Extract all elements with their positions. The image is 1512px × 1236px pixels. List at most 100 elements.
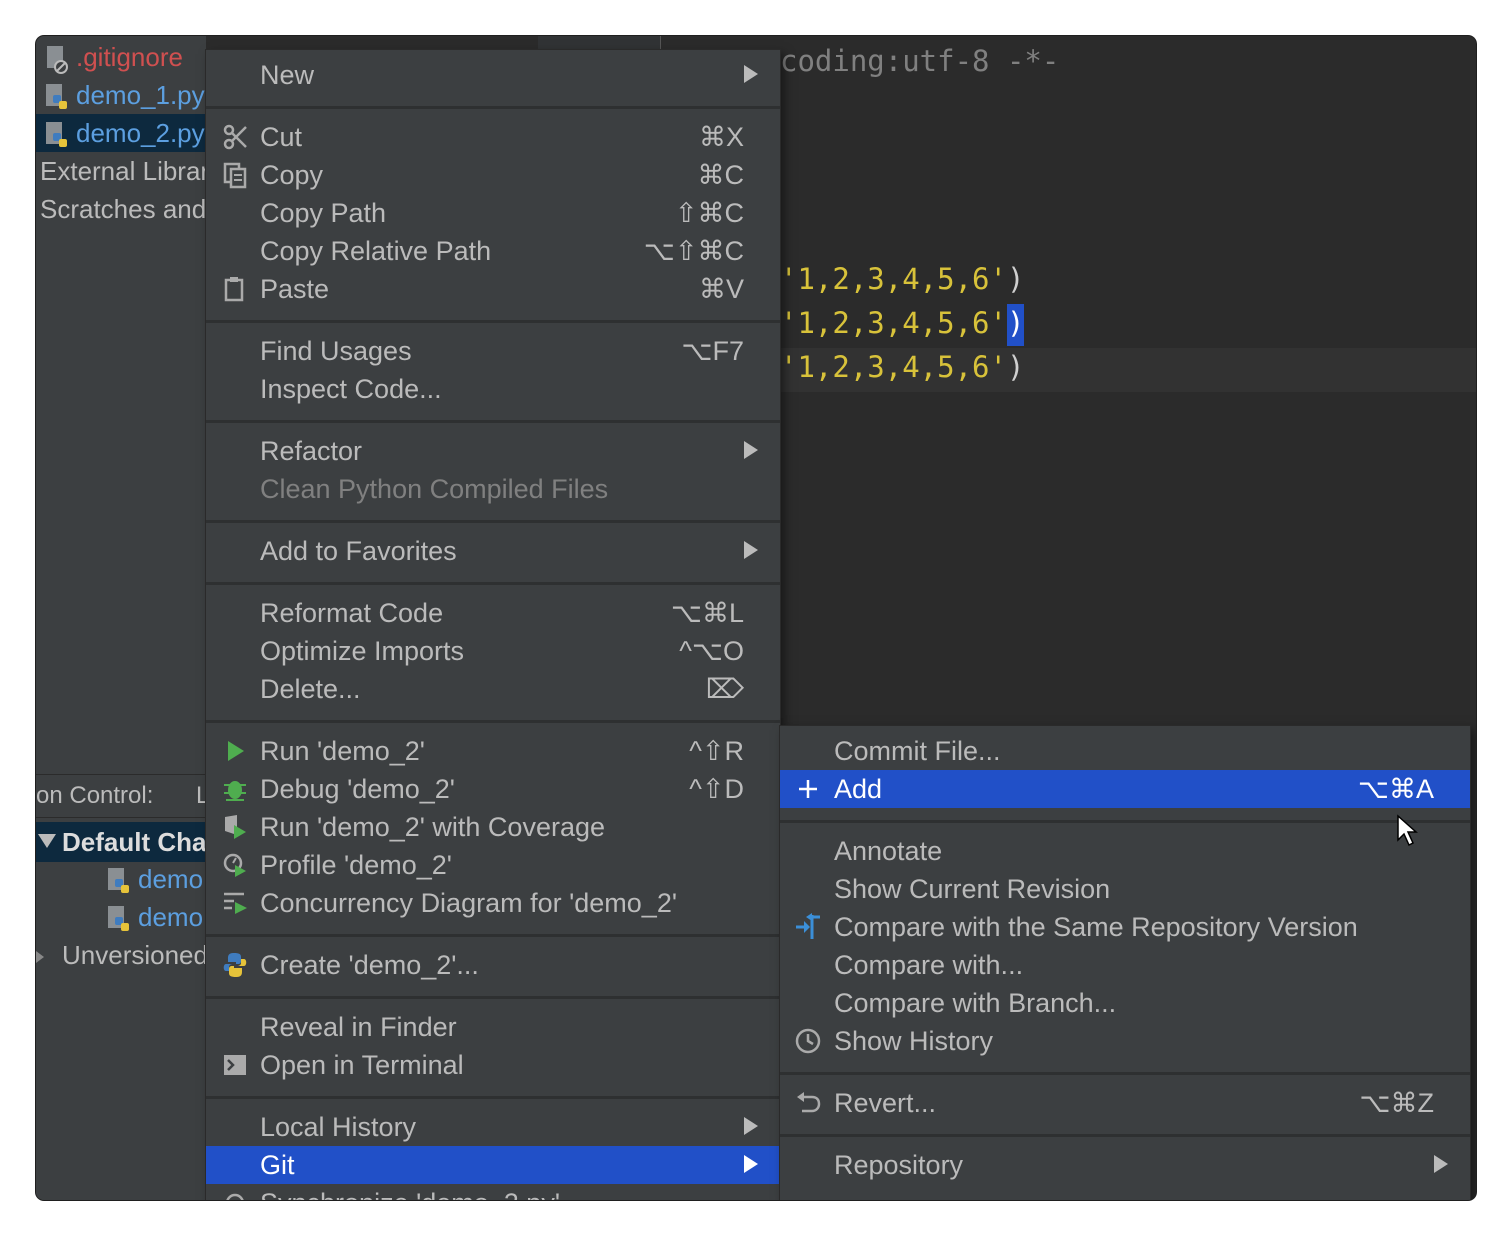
tree-item-demo1[interactable]: demo_1.py xyxy=(36,76,205,114)
submenu-arrow-icon xyxy=(744,441,758,459)
git-item-revert[interactable]: Revert... ⌥⌘Z xyxy=(780,1084,1470,1122)
menu-shortcut: ⌘V xyxy=(698,274,744,304)
git-item-repository[interactable]: Repository xyxy=(780,1146,1470,1184)
vc-file-label: demo xyxy=(138,864,204,894)
menu-item-concurrency[interactable]: Concurrency Diagram for 'demo_2' xyxy=(206,884,780,922)
menu-item-inspect-code[interactable]: Inspect Code... xyxy=(206,370,780,408)
menu-item-refactor[interactable]: Refactor xyxy=(206,432,780,470)
menu-separator xyxy=(206,520,780,523)
tree-label: .gitignore xyxy=(76,42,183,72)
menu-shortcut: ^⇧R xyxy=(689,736,744,766)
menu-item-debug[interactable]: Debug 'demo_2' ^⇧D xyxy=(206,770,780,808)
menu-separator xyxy=(780,1072,1470,1075)
gitignore-file-icon xyxy=(47,46,68,75)
menu-item-paste[interactable]: Paste ⌘V xyxy=(206,270,780,308)
git-item-commit[interactable]: Commit File... xyxy=(780,732,1470,770)
python-file-icon xyxy=(46,122,67,148)
code-line-3: '1,2,3,4,5,6') xyxy=(780,304,1025,346)
git-item-compare-with[interactable]: Compare with... xyxy=(780,946,1470,984)
menu-item-local-history[interactable]: Local History xyxy=(206,1108,780,1146)
menu-label: Cut xyxy=(260,122,303,152)
menu-item-add-favorites[interactable]: Add to Favorites xyxy=(206,532,780,570)
menu-shortcut: ⌥⇧⌘C xyxy=(643,236,744,266)
menu-label: Inspect Code... xyxy=(260,374,442,404)
tree-label: demo_1.py xyxy=(76,80,205,110)
clock-icon xyxy=(795,1028,821,1054)
git-item-show-history[interactable]: Show History xyxy=(780,1022,1470,1060)
menu-shortcut: ⌥⌘A xyxy=(1357,774,1434,804)
menu-label: Add xyxy=(834,774,883,804)
menu-item-create-config[interactable]: Create 'demo_2'... xyxy=(206,946,780,984)
tree-item-demo2[interactable]: demo_2.py xyxy=(36,114,206,152)
menu-item-copy-path[interactable]: Copy Path ⇧⌘C xyxy=(206,194,780,232)
menu-item-copy[interactable]: Copy ⌘C xyxy=(206,156,780,194)
menu-separator xyxy=(206,106,780,109)
git-item-compare-branch[interactable]: Compare with Branch... xyxy=(780,984,1470,1022)
menu-separator xyxy=(780,820,1470,823)
menu-item-reformat-code[interactable]: Reformat Code ⌥⌘L xyxy=(206,594,780,632)
menu-item-optimize-imports[interactable]: Optimize Imports ^⌥O xyxy=(206,632,780,670)
menu-item-delete[interactable]: Delete... ⌦ xyxy=(206,670,780,708)
menu-item-run[interactable]: Run 'demo_2' ^⇧R xyxy=(206,732,780,770)
menu-item-git[interactable]: Git xyxy=(206,1146,780,1184)
menu-shortcut: ⌦ xyxy=(705,674,744,704)
coverage-icon xyxy=(225,815,246,839)
menu-shortcut: ^⌥O xyxy=(679,636,744,666)
menu-label: Open in Terminal xyxy=(260,1050,464,1080)
menu-separator xyxy=(206,720,780,723)
vc-label: on Control: xyxy=(36,782,154,809)
plus-icon xyxy=(799,780,817,798)
menu-label: Copy xyxy=(260,160,324,190)
git-submenu: Commit File... Add ⌥⌘A Annotate Show Curr… xyxy=(780,726,1470,1200)
menu-label: Debug 'demo_2' xyxy=(260,774,455,804)
menu-shortcut: ^⇧D xyxy=(689,774,744,804)
compare-arrows-icon xyxy=(796,913,820,939)
submenu-arrow-icon xyxy=(1434,1155,1448,1173)
menu-item-reveal-finder[interactable]: Reveal in Finder xyxy=(206,1008,780,1046)
menu-label: Optimize Imports xyxy=(260,636,465,666)
git-item-annotate[interactable]: Annotate xyxy=(780,832,1470,870)
string-literal: '1,2,3,4,5,6' xyxy=(780,306,1007,340)
menu-item-clean-compiled: Clean Python Compiled Files xyxy=(206,470,780,508)
menu-item-new[interactable]: New xyxy=(206,56,780,94)
menu-separator xyxy=(206,582,780,585)
menu-label: Run 'demo_2' xyxy=(260,736,425,766)
menu-item-run-coverage[interactable]: Run 'demo_2' with Coverage xyxy=(206,808,780,846)
tree-item-gitignore[interactable]: .gitignore xyxy=(36,38,183,76)
matched-paren: ) xyxy=(1006,304,1025,346)
profile-icon xyxy=(223,853,246,877)
collapsed-arrow-icon[interactable] xyxy=(36,951,44,964)
menu-separator xyxy=(780,1134,1470,1137)
menu-separator xyxy=(206,996,780,999)
menu-label: Add to Favorites xyxy=(260,536,457,566)
menu-label: Reformat Code xyxy=(260,598,444,628)
menu-item-synchronize[interactable]: Synchronize 'demo_2.py' xyxy=(206,1184,780,1200)
ide-window: .gitignore demo_1.py demo_2.py External … xyxy=(36,36,1476,1200)
git-item-add[interactable]: Add ⌥⌘A xyxy=(780,770,1470,808)
menu-label: Repository xyxy=(834,1150,964,1180)
string-literal: '1,2,3,4,5,6' xyxy=(780,262,1007,296)
submenu-arrow-icon xyxy=(744,65,758,83)
clipboard-icon xyxy=(224,277,244,302)
changelist-row[interactable]: Default Changelist xyxy=(36,822,290,862)
expand-arrow-icon[interactable] xyxy=(38,834,56,848)
menu-label: Annotate xyxy=(834,836,943,866)
menu-separator xyxy=(206,320,780,323)
menu-item-open-terminal[interactable]: Open in Terminal xyxy=(206,1046,780,1084)
context-menu: New Cut ⌘X Copy ⌘C Copy Path ⇧⌘C Copy Relat… xyxy=(206,50,780,1200)
vc-file-label: demo xyxy=(138,902,204,932)
menu-item-copy-relative-path[interactable]: Copy Relative Path ⌥⇧⌘C xyxy=(206,232,780,270)
revert-icon xyxy=(797,1092,821,1113)
version-control-bar: on Control: L xyxy=(36,774,209,818)
menu-item-find-usages[interactable]: Find Usages ⌥F7 xyxy=(206,332,780,370)
menu-item-cut[interactable]: Cut ⌘X xyxy=(206,118,780,156)
vc-file-item[interactable]: demo xyxy=(98,860,203,898)
terminal-icon xyxy=(224,1055,246,1075)
git-item-show-revision[interactable]: Show Current Revision xyxy=(780,870,1470,908)
menu-label: Delete... xyxy=(260,674,361,704)
submenu-arrow-icon xyxy=(744,541,758,559)
menu-item-profile[interactable]: Profile 'demo_2' xyxy=(206,846,780,884)
git-item-compare-same[interactable]: Compare with the Same Repository Version xyxy=(780,908,1470,946)
vc-file-item[interactable]: demo xyxy=(98,898,203,936)
tree-label: demo_2.py xyxy=(76,118,205,148)
